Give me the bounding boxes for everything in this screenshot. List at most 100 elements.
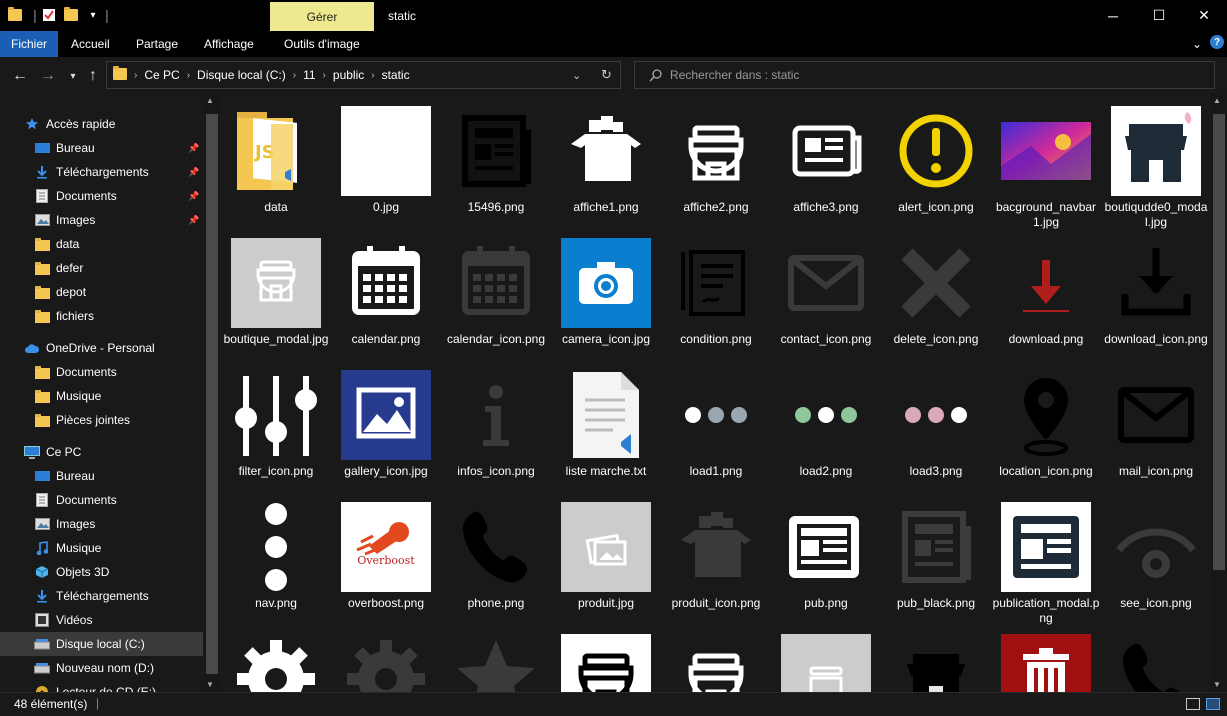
maximize-button[interactable]: ☐ bbox=[1136, 0, 1182, 31]
file-item[interactable]: publication_modal.png bbox=[992, 490, 1100, 625]
properties-icon[interactable] bbox=[40, 6, 58, 24]
file-item[interactable]: delete_icon.png bbox=[882, 226, 990, 354]
breadcrumb-drive[interactable]: Disque local (C:) bbox=[197, 68, 286, 82]
file-item[interactable]: mail_icon.png bbox=[1102, 358, 1210, 486]
sidebar-item-ce-pc[interactable]: Ce PC bbox=[0, 440, 81, 464]
large-icons-view-icon[interactable] bbox=[1206, 698, 1220, 710]
help-icon[interactable]: ? bbox=[1210, 35, 1224, 49]
file-item[interactable]: download.png bbox=[992, 226, 1100, 354]
file-item[interactable] bbox=[662, 622, 770, 692]
file-item[interactable]: infos_icon.png bbox=[442, 358, 550, 486]
tab-home[interactable]: Accueil bbox=[71, 31, 110, 57]
address-bar[interactable]: › Ce PC › Disque local (C:) › 11 › publi… bbox=[106, 61, 621, 89]
expand-ribbon-icon[interactable]: ⌄ bbox=[1192, 31, 1202, 57]
file-item[interactable]: 0.jpg bbox=[332, 94, 440, 222]
file-item[interactable]: calendar_icon.png bbox=[442, 226, 550, 354]
sidebar-item-documents[interactable]: Documents 📌 bbox=[0, 184, 199, 208]
tab-share[interactable]: Partage bbox=[136, 31, 178, 57]
file-item[interactable] bbox=[772, 622, 880, 692]
file-item[interactable]: alert_icon.png bbox=[882, 94, 990, 222]
scroll-down-icon[interactable]: ▼ bbox=[206, 680, 214, 689]
new-folder-icon[interactable] bbox=[62, 6, 80, 24]
up-arrow-icon[interactable]: ↑ bbox=[83, 66, 103, 86]
sidebar-item-musique[interactable]: Musique bbox=[0, 536, 101, 560]
sidebar-item-pi-ces-jointes[interactable]: Pièces jointes bbox=[0, 408, 130, 432]
file-item[interactable]: affiche3.png bbox=[772, 94, 880, 222]
sidebar-item-objets-3d[interactable]: Objets 3D bbox=[0, 560, 109, 584]
forward-arrow-icon[interactable]: → bbox=[38, 66, 58, 86]
file-item[interactable] bbox=[1102, 622, 1210, 692]
pin-icon[interactable]: 📌 bbox=[188, 191, 199, 202]
close-button[interactable]: ✕ bbox=[1181, 0, 1227, 31]
breadcrumb-this-pc[interactable]: Ce PC bbox=[144, 68, 179, 82]
tab-file[interactable]: Fichier bbox=[0, 31, 58, 57]
sidebar-scrollbar-thumb[interactable] bbox=[206, 114, 218, 674]
manage-tab[interactable]: Gérer bbox=[270, 2, 374, 31]
file-item[interactable] bbox=[442, 622, 550, 692]
file-item[interactable]: Overboost overboost.png bbox=[332, 490, 440, 618]
file-item[interactable]: filter_icon.png bbox=[222, 358, 330, 486]
sidebar-item-data[interactable]: data bbox=[0, 232, 79, 256]
back-arrow-icon[interactable]: ← bbox=[10, 66, 30, 86]
sidebar-item-onedrive-personal[interactable]: OneDrive - Personal bbox=[0, 336, 155, 360]
sidebar-item-bureau[interactable]: Bureau bbox=[0, 464, 95, 488]
file-item[interactable]: load2.png bbox=[772, 358, 880, 486]
file-item[interactable]: contact_icon.png bbox=[772, 226, 880, 354]
sidebar-item-lecteur-de-cd-e-[interactable]: Lecteur de CD (E:) bbox=[0, 680, 156, 692]
file-item[interactable]: camera_icon.jpg bbox=[552, 226, 660, 354]
breadcrumb-static[interactable]: static bbox=[382, 68, 410, 82]
file-item[interactable]: calendar.png bbox=[332, 226, 440, 354]
sidebar-item-disque-local-c-[interactable]: Disque local (C:) bbox=[0, 632, 203, 656]
sidebar-item-images[interactable]: Images bbox=[0, 512, 95, 536]
sidebar-item-fichiers[interactable]: fichiers bbox=[0, 304, 94, 328]
file-item[interactable]: gallery_icon.jpg bbox=[332, 358, 440, 486]
sidebar-item-vid-os[interactable]: Vidéos bbox=[0, 608, 92, 632]
details-view-icon[interactable] bbox=[1186, 698, 1200, 710]
sidebar-item-musique[interactable]: Musique bbox=[0, 384, 101, 408]
file-item[interactable]: location_icon.png bbox=[992, 358, 1100, 486]
file-item[interactable]: phone.png bbox=[442, 490, 550, 618]
scroll-down-icon[interactable]: ▼ bbox=[1213, 680, 1221, 689]
file-item[interactable] bbox=[222, 622, 330, 692]
file-item[interactable]: load1.png bbox=[662, 358, 770, 486]
tab-view[interactable]: Affichage bbox=[204, 31, 254, 57]
file-item[interactable]: 15496.png bbox=[442, 94, 550, 222]
file-item[interactable]: produit.jpg bbox=[552, 490, 660, 618]
sidebar-item-bureau[interactable]: Bureau 📌 bbox=[0, 136, 199, 160]
tab-image-tools[interactable]: Outils d'image bbox=[284, 31, 360, 57]
file-item[interactable]: affiche2.png bbox=[662, 94, 770, 222]
breadcrumb-11[interactable]: 11 bbox=[303, 68, 315, 82]
scroll-up-icon[interactable]: ▲ bbox=[1213, 96, 1221, 105]
sidebar-item-documents[interactable]: Documents bbox=[0, 360, 117, 384]
file-item[interactable]: boutique_modal.jpg bbox=[222, 226, 330, 354]
file-item[interactable]: JS data bbox=[222, 94, 330, 222]
sidebar-item-images[interactable]: Images 📌 bbox=[0, 208, 199, 232]
file-item[interactable]: boutiqudde0_modal.jpg bbox=[1102, 94, 1210, 229]
breadcrumb-public[interactable]: public bbox=[333, 68, 364, 82]
sidebar-item-documents[interactable]: Documents bbox=[0, 488, 117, 512]
file-item[interactable]: produit_icon.png bbox=[662, 490, 770, 618]
sidebar-item-t-l-chargements[interactable]: Téléchargements bbox=[0, 584, 149, 608]
sidebar-item-t-l-chargements[interactable]: Téléchargements 📌 bbox=[0, 160, 199, 184]
pin-icon[interactable]: 📌 bbox=[188, 215, 199, 226]
content-scrollbar-thumb[interactable] bbox=[1213, 114, 1225, 570]
refresh-icon[interactable]: ↻ bbox=[601, 67, 612, 83]
file-item[interactable] bbox=[552, 622, 660, 692]
file-item[interactable] bbox=[332, 622, 440, 692]
pin-icon[interactable]: 📌 bbox=[188, 167, 199, 178]
file-item[interactable]: bacground_navbar1.jpg bbox=[992, 94, 1100, 229]
recent-locations-icon[interactable]: ▾ bbox=[63, 66, 83, 86]
file-item[interactable]: affiche1.png bbox=[552, 94, 660, 222]
file-item[interactable]: see_icon.png bbox=[1102, 490, 1210, 618]
file-item[interactable]: pub.png bbox=[772, 490, 880, 618]
file-item[interactable]: liste marche.txt bbox=[552, 358, 660, 486]
file-item[interactable]: download_icon.png bbox=[1102, 226, 1210, 354]
scroll-up-icon[interactable]: ▲ bbox=[206, 96, 214, 105]
sidebar-item-defer[interactable]: defer bbox=[0, 256, 83, 280]
file-item[interactable] bbox=[992, 622, 1100, 692]
sidebar-item-depot[interactable]: depot bbox=[0, 280, 86, 304]
file-item[interactable]: load3.png bbox=[882, 358, 990, 486]
file-item[interactable]: nav.png bbox=[222, 490, 330, 618]
pin-icon[interactable]: 📌 bbox=[188, 143, 199, 154]
file-item[interactable]: condition.png bbox=[662, 226, 770, 354]
